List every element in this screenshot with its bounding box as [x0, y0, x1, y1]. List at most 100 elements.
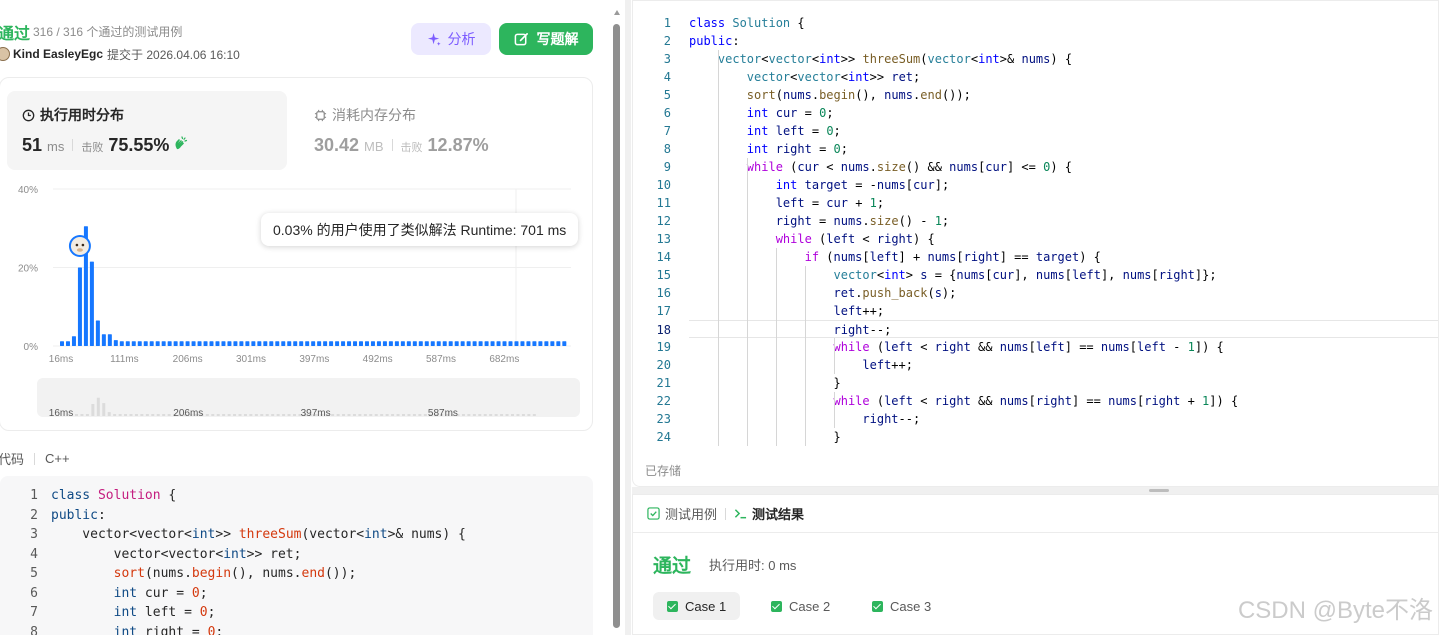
scroll-up-arrow-icon[interactable] [614, 10, 620, 15]
histogram-bar[interactable] [472, 341, 477, 346]
editor-line[interactable]: 4 vector<vector<int>> ret; [633, 68, 1438, 86]
editor-line[interactable]: 22 while (left < right && nums[right] ==… [633, 392, 1438, 410]
histogram-bar[interactable] [562, 341, 567, 346]
histogram-bar[interactable] [394, 341, 399, 346]
histogram-bar[interactable] [149, 341, 154, 346]
histogram-bar[interactable] [502, 341, 507, 346]
editor-line[interactable]: 1 class Solution { [633, 14, 1438, 32]
histogram-bar[interactable] [269, 341, 274, 346]
histogram-bar[interactable] [173, 341, 178, 346]
histogram-bar[interactable] [478, 341, 483, 346]
histogram-bar[interactable] [347, 341, 352, 346]
editor-line[interactable]: 7 int left = 0; [633, 122, 1438, 140]
editor-line[interactable]: 15 vector<int> s = {nums[cur], nums[left… [633, 266, 1438, 284]
histogram-bar[interactable] [185, 341, 190, 346]
histogram-bar[interactable] [508, 341, 513, 346]
histogram-bar[interactable] [430, 341, 435, 346]
histogram-bar[interactable] [113, 340, 118, 346]
submitted-code-preview[interactable]: 1 class Solution {2 public: 3 vector<vector… [0, 476, 593, 635]
histogram-bar[interactable] [203, 341, 208, 346]
editor-line[interactable]: 12 right = nums.size() - 1; [633, 212, 1438, 230]
histogram-bar[interactable] [95, 320, 100, 346]
histogram-bar[interactable] [370, 341, 375, 346]
tab-testcase[interactable]: 测试用例 [647, 504, 717, 523]
histogram-bar[interactable] [323, 341, 328, 346]
histogram-bar[interactable] [556, 341, 561, 346]
histogram-bar[interactable] [60, 341, 64, 346]
histogram-bar[interactable] [125, 341, 130, 346]
histogram-bar[interactable] [251, 341, 256, 346]
histogram-bar[interactable] [101, 334, 106, 346]
histogram-bar[interactable] [89, 261, 94, 346]
histogram-bar[interactable] [490, 341, 495, 346]
histogram-bar[interactable] [209, 341, 214, 346]
histogram-bar[interactable] [137, 341, 142, 346]
histogram-bar[interactable] [317, 341, 322, 346]
editor-line[interactable]: 24 } [633, 428, 1438, 446]
case-2-button[interactable]: Case 2 [757, 592, 844, 620]
histogram-bar[interactable] [191, 341, 196, 346]
author-name[interactable]: Kind EasleyEgc [13, 47, 103, 61]
histogram-bar[interactable] [538, 341, 543, 346]
histogram-bar[interactable] [257, 341, 262, 346]
editor-line[interactable]: 6 int cur = 0; [633, 104, 1438, 122]
histogram-bar[interactable] [233, 341, 238, 346]
editor-line[interactable]: 17 left++; [633, 302, 1438, 320]
histogram-bar[interactable] [406, 341, 411, 346]
histogram-bar[interactable] [245, 341, 250, 346]
histogram-bar[interactable] [227, 341, 232, 346]
code-editor[interactable]: 1 class Solution {2 public: 3 vector<vector… [632, 0, 1439, 487]
histogram-bar[interactable] [341, 341, 346, 346]
left-scrollbar-thumb[interactable] [613, 24, 620, 628]
histogram-bar[interactable] [77, 267, 82, 347]
case-3-button[interactable]: Case 3 [858, 592, 945, 620]
histogram-bar[interactable] [311, 341, 316, 346]
histogram-bar[interactable] [544, 341, 549, 346]
left-scrollbar[interactable] [612, 8, 622, 628]
histogram-bar[interactable] [532, 341, 537, 346]
histogram-bar[interactable] [388, 341, 393, 346]
histogram-bar[interactable] [526, 341, 531, 346]
histogram-bar[interactable] [275, 341, 280, 346]
editor-line[interactable]: 11 left = cur + 1; [633, 194, 1438, 212]
histogram-bar[interactable] [299, 341, 304, 346]
user-position-marker[interactable] [68, 235, 91, 257]
analyze-button[interactable]: 分析 [411, 23, 491, 55]
histogram-bar[interactable] [197, 341, 202, 346]
histogram-bar[interactable] [155, 341, 160, 346]
histogram-bar[interactable] [382, 341, 387, 346]
editor-line[interactable]: 2 public: [633, 32, 1438, 50]
histogram-bar[interactable] [119, 341, 124, 346]
histogram-bar[interactable] [293, 341, 298, 346]
case-1-button[interactable]: Case 1 [653, 592, 741, 620]
histogram-bar[interactable] [263, 341, 268, 346]
histogram-bar[interactable] [281, 341, 286, 346]
histogram-bar[interactable] [131, 341, 136, 346]
histogram-bar[interactable] [335, 341, 340, 346]
histogram-bar[interactable] [484, 341, 489, 346]
horizontal-resize-handle[interactable] [632, 487, 1439, 494]
histogram-bar[interactable] [167, 341, 172, 346]
histogram-bar[interactable] [215, 341, 220, 346]
histogram-bar[interactable] [353, 341, 358, 346]
histogram-bar[interactable] [466, 341, 471, 346]
editor-line[interactable]: 9 while (cur < nums.size() && nums[cur] … [633, 158, 1438, 176]
histogram-bar[interactable] [460, 341, 465, 346]
histogram-bar[interactable] [221, 341, 226, 346]
histogram-bar[interactable] [514, 341, 519, 346]
histogram-bar[interactable] [287, 341, 292, 346]
editor-line[interactable]: 8 int right = 0; [633, 140, 1438, 158]
histogram-bar[interactable] [305, 341, 310, 346]
pane-resize-handle[interactable] [625, 0, 631, 635]
histogram-bar[interactable] [376, 341, 381, 346]
runtime-distribution-chart[interactable]: 40% 20% 0% 16ms 111ms 206ms 301ms 397ms 492ms 587… [0, 100, 594, 430]
editor-line[interactable]: 19 while (left < right && nums[left] == … [633, 338, 1438, 356]
histogram-bar[interactable] [412, 341, 417, 346]
editor-line[interactable]: 18 right--; [657, 320, 1438, 338]
histogram-bar[interactable] [65, 341, 70, 346]
histogram-bar[interactable] [179, 341, 184, 346]
histogram-bar[interactable] [520, 341, 525, 346]
histogram-bar[interactable] [329, 341, 334, 346]
histogram-bar[interactable] [550, 341, 555, 346]
histogram-bar[interactable] [424, 341, 429, 346]
